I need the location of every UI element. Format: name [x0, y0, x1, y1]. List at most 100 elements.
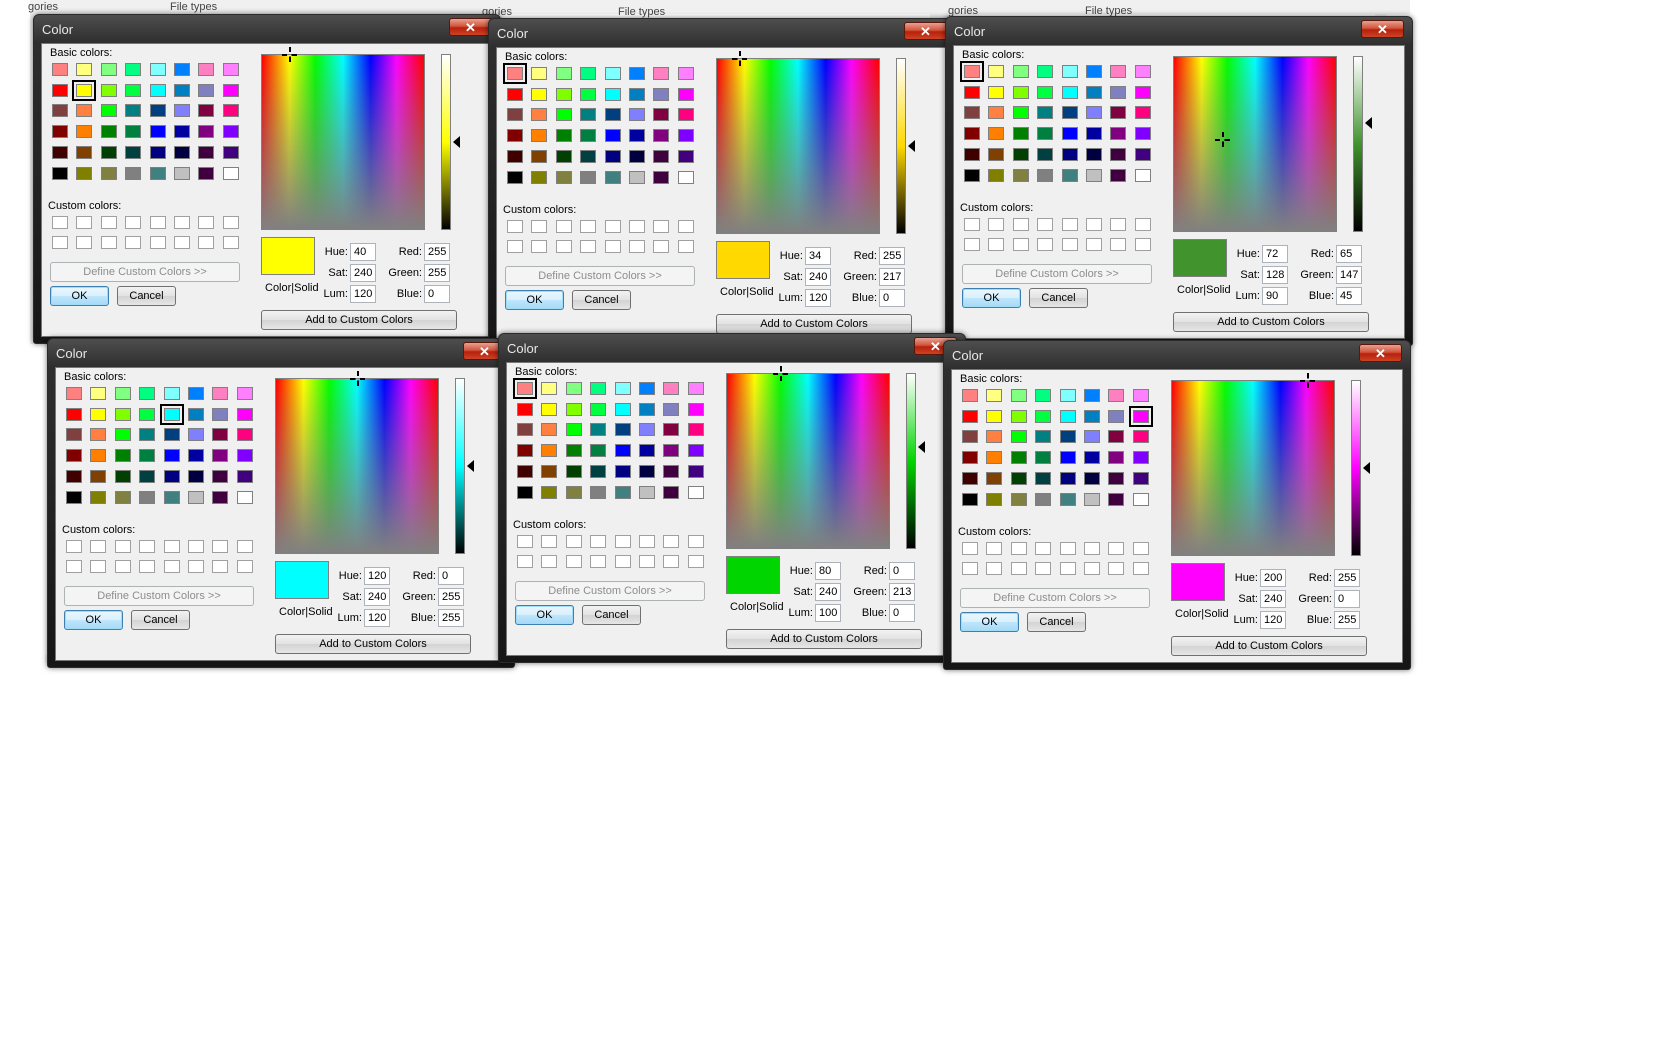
basic-color-swatch[interactable]: [1084, 451, 1100, 465]
custom-color-swatch[interactable]: [1110, 238, 1127, 251]
basic-color-swatch[interactable]: [100, 83, 117, 97]
hue-input[interactable]: 34: [805, 247, 831, 265]
basic-color-swatch[interactable]: [507, 108, 523, 122]
hue-input[interactable]: 120: [364, 567, 390, 585]
basic-color-swatch[interactable]: [663, 423, 680, 437]
basic-color-swatch[interactable]: [1108, 430, 1125, 444]
basic-color-swatch[interactable]: [555, 67, 572, 80]
basic-color-swatch[interactable]: [629, 170, 645, 184]
ok-button[interactable]: OK: [505, 290, 564, 310]
basic-color-swatch[interactable]: [565, 423, 582, 437]
lum-input[interactable]: 120: [805, 289, 831, 307]
basic-color-swatch[interactable]: [614, 402, 631, 416]
blue-input[interactable]: 0: [424, 285, 450, 303]
basic-color-swatch[interactable]: [541, 423, 558, 437]
basic-color-swatch[interactable]: [236, 387, 253, 400]
define-custom-colors-button[interactable]: Define Custom Colors >>: [962, 264, 1152, 284]
basic-color-swatch[interactable]: [198, 166, 215, 180]
basic-color-swatch[interactable]: [1086, 65, 1102, 78]
basic-color-swatch[interactable]: [1010, 430, 1027, 444]
custom-color-swatch[interactable]: [629, 220, 645, 233]
crosshair-icon[interactable]: [1300, 373, 1316, 388]
define-custom-colors-button[interactable]: Define Custom Colors >>: [50, 262, 240, 282]
basic-color-swatch[interactable]: [188, 387, 204, 400]
basic-color-swatch[interactable]: [114, 469, 131, 483]
close-button[interactable]: ✕: [1361, 20, 1404, 38]
sat-input[interactable]: 240: [805, 268, 831, 286]
basic-color-swatch[interactable]: [986, 430, 1003, 444]
custom-color-swatch[interactable]: [1059, 542, 1076, 555]
basic-color-swatch[interactable]: [90, 490, 107, 504]
custom-color-swatch[interactable]: [212, 540, 229, 553]
custom-color-swatch[interactable]: [1084, 562, 1100, 575]
basic-color-swatch[interactable]: [531, 149, 548, 163]
basic-color-swatch[interactable]: [962, 471, 978, 485]
basic-color-swatch[interactable]: [1061, 147, 1078, 161]
custom-color-swatch[interactable]: [604, 240, 621, 253]
lum-input[interactable]: 120: [350, 285, 376, 303]
custom-color-swatch[interactable]: [1132, 562, 1149, 575]
custom-color-swatch[interactable]: [1012, 218, 1029, 231]
basic-color-swatch[interactable]: [1132, 492, 1149, 506]
sat-input[interactable]: 128: [1262, 266, 1288, 284]
basic-color-swatch[interactable]: [174, 83, 190, 97]
basic-color-swatch[interactable]: [677, 108, 694, 122]
basic-color-swatch[interactable]: [653, 108, 670, 122]
basic-color-swatch[interactable]: [962, 492, 978, 506]
basic-color-swatch[interactable]: [222, 104, 239, 118]
custom-color-swatch[interactable]: [507, 220, 523, 233]
custom-color-swatch[interactable]: [639, 535, 655, 548]
basic-color-swatch[interactable]: [76, 145, 93, 159]
crosshair-icon[interactable]: [281, 47, 297, 62]
custom-color-swatch[interactable]: [139, 540, 156, 553]
basic-color-swatch[interactable]: [90, 428, 107, 442]
custom-color-swatch[interactable]: [1134, 218, 1151, 231]
ok-button[interactable]: OK: [50, 286, 109, 306]
close-button[interactable]: ✕: [904, 22, 947, 40]
blue-input[interactable]: 45: [1336, 287, 1362, 305]
basic-color-swatch[interactable]: [236, 490, 253, 504]
basic-color-swatch[interactable]: [565, 402, 582, 416]
custom-color-swatch[interactable]: [580, 240, 597, 253]
cancel-button[interactable]: Cancel: [117, 286, 176, 306]
basic-color-swatch[interactable]: [1110, 106, 1127, 120]
basic-color-swatch[interactable]: [163, 428, 180, 442]
basic-color-swatch[interactable]: [1037, 147, 1054, 161]
blue-input[interactable]: 255: [438, 609, 464, 627]
custom-color-swatch[interactable]: [1037, 238, 1054, 251]
custom-color-swatch[interactable]: [677, 240, 694, 253]
basic-color-swatch[interactable]: [677, 87, 694, 101]
basic-color-swatch[interactable]: [100, 145, 117, 159]
basic-color-swatch[interactable]: [590, 423, 607, 437]
basic-color-swatch[interactable]: [604, 67, 621, 80]
custom-color-swatch[interactable]: [629, 240, 645, 253]
basic-color-swatch[interactable]: [90, 469, 107, 483]
basic-color-swatch[interactable]: [52, 63, 68, 76]
basic-color-swatch[interactable]: [986, 451, 1003, 465]
basic-color-swatch[interactable]: [590, 402, 607, 416]
blue-input[interactable]: 0: [879, 289, 905, 307]
basic-color-swatch[interactable]: [90, 407, 107, 421]
basic-color-swatch[interactable]: [1012, 127, 1029, 141]
basic-color-swatch[interactable]: [139, 428, 156, 442]
basic-color-swatch[interactable]: [580, 67, 597, 80]
basic-color-swatch[interactable]: [565, 485, 582, 499]
basic-color-swatch[interactable]: [590, 485, 607, 499]
custom-color-swatch[interactable]: [986, 542, 1003, 555]
blue-input[interactable]: 0: [889, 604, 915, 622]
basic-color-swatch[interactable]: [541, 485, 558, 499]
basic-color-swatch[interactable]: [52, 166, 68, 180]
basic-color-swatch[interactable]: [149, 83, 166, 97]
basic-color-swatch[interactable]: [1037, 85, 1054, 99]
basic-color-swatch[interactable]: [125, 166, 142, 180]
basic-color-swatch[interactable]: [517, 423, 533, 437]
basic-color-swatch[interactable]: [531, 129, 548, 143]
sat-input[interactable]: 240: [350, 264, 376, 282]
basic-color-swatch[interactable]: [212, 387, 229, 400]
custom-color-swatch[interactable]: [541, 555, 558, 568]
basic-color-swatch[interactable]: [1012, 168, 1029, 182]
custom-color-swatch[interactable]: [212, 560, 229, 573]
color-spectrum[interactable]: [261, 47, 425, 230]
basic-color-swatch[interactable]: [159, 403, 184, 425]
basic-color-swatch[interactable]: [236, 428, 253, 442]
